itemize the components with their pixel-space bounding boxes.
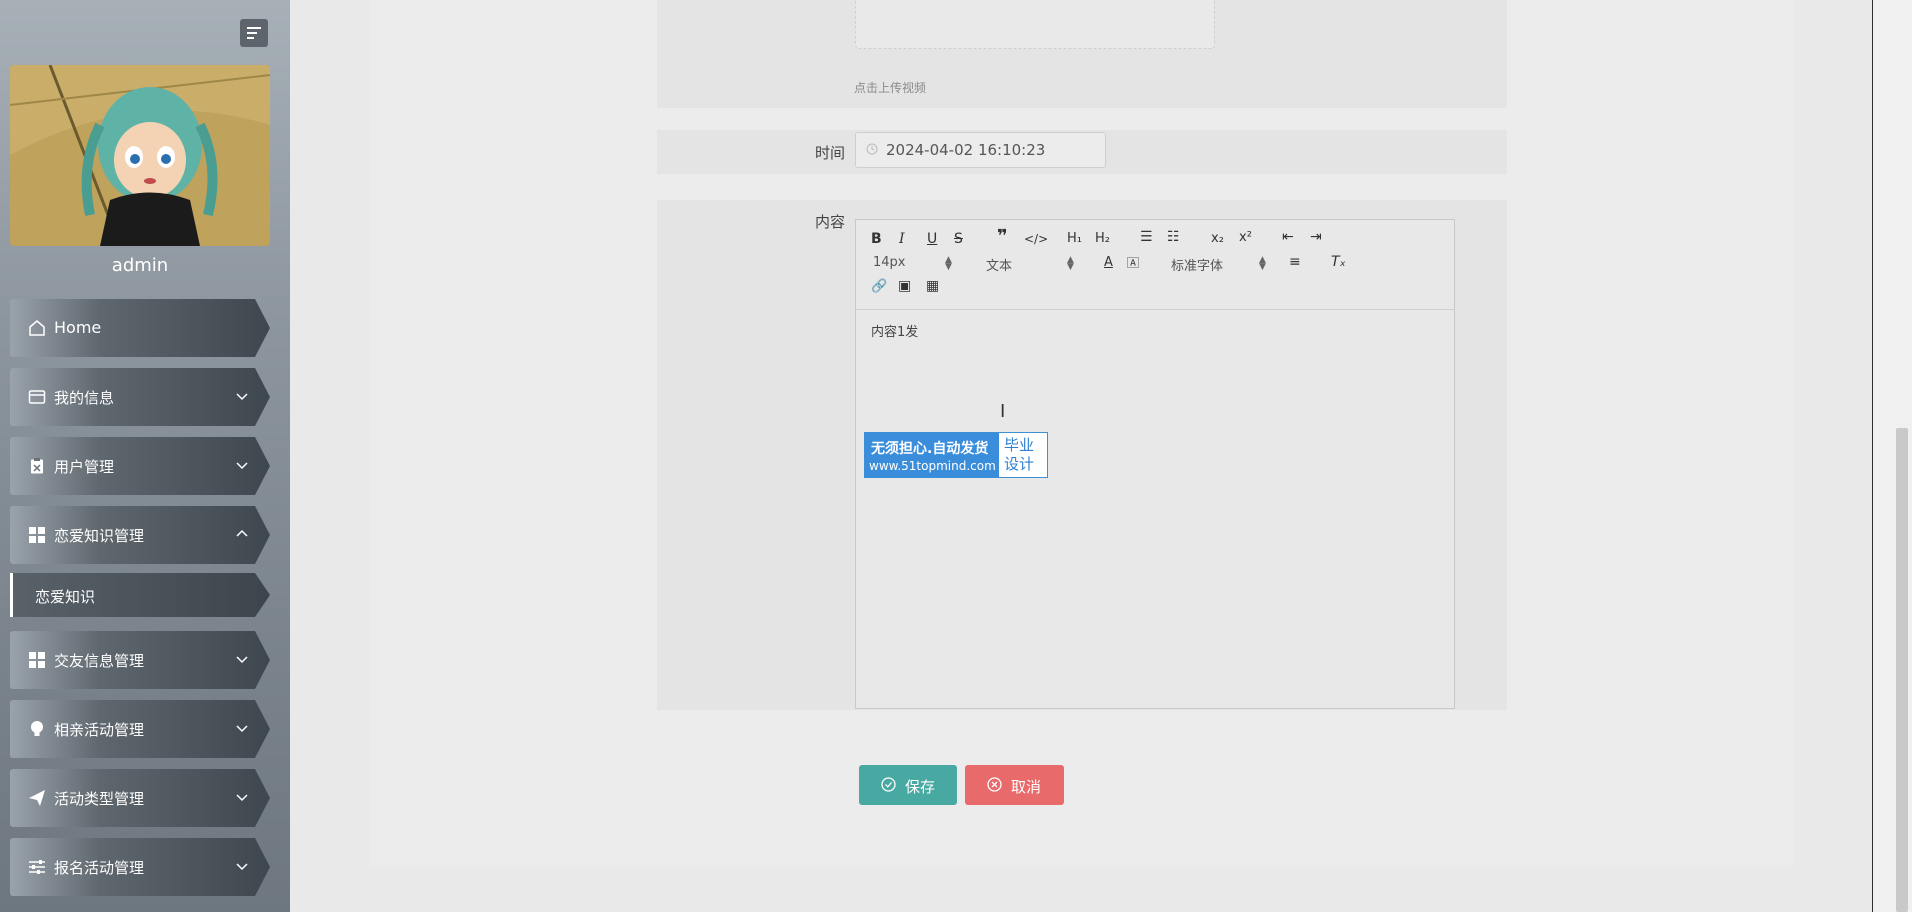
- sidebar-subitem-love-knowledge[interactable]: 恋爱知识: [10, 573, 270, 617]
- font-family-select[interactable]: 标准字体 ▲ ▼: [1171, 255, 1266, 275]
- heading1-button[interactable]: H₁: [1067, 231, 1082, 247]
- font-size-value: 14px: [873, 255, 906, 270]
- content-label: 内容: [814, 213, 845, 231]
- menu-toggle-icon: [247, 27, 261, 39]
- sidebar-item-label: 相亲活动管理: [54, 721, 145, 739]
- close-circle-icon: [987, 777, 1002, 792]
- watermark-right-line1: 毕业: [1004, 436, 1035, 454]
- clear-format-icon[interactable]: Tₓ: [1331, 254, 1346, 270]
- video-icon[interactable]: ▦: [926, 278, 939, 294]
- lightbulb-icon: [31, 721, 43, 736]
- clipboard-icon: [31, 458, 43, 474]
- strikethrough-button[interactable]: S: [954, 231, 963, 247]
- grid-icon: [29, 527, 45, 543]
- subscript-button[interactable]: x₂: [1211, 231, 1224, 247]
- blockquote-icon[interactable]: ❞: [997, 228, 1008, 246]
- sidebar-item-label: 恋爱知识管理: [54, 527, 145, 545]
- sidebar-item-activity-type-management[interactable]: 活动类型管理: [10, 769, 270, 827]
- username: admin: [111, 255, 169, 276]
- ordered-list-icon[interactable]: ☰: [1140, 229, 1153, 245]
- font-size-select[interactable]: 14px ▲ ▼: [873, 255, 953, 272]
- watermark-logo: 无须担心.自动发货 www.51topmind.com 毕业 设计: [864, 432, 1048, 478]
- sidebar-item-label: 活动类型管理: [54, 790, 145, 808]
- watermark-right-panel: 毕业 设计: [1004, 436, 1034, 474]
- check-circle-icon: [881, 777, 896, 792]
- save-button-label: 保存: [905, 778, 936, 796]
- superscript-button[interactable]: x²: [1239, 230, 1252, 246]
- select-arrows-icon: ▲ ▼: [1259, 255, 1266, 272]
- sidebar-item-label: Home: [54, 318, 102, 337]
- time-input-value: 2024-04-02 16:10:23: [886, 141, 1046, 159]
- link-icon[interactable]: 🔗: [871, 279, 887, 295]
- sidebar-item-signup-activity-management[interactable]: 报名活动管理: [10, 838, 270, 896]
- scrollbar-thumb[interactable]: [1896, 428, 1908, 912]
- sidebar-item-blind-date-activity-management[interactable]: 相亲活动管理: [10, 700, 270, 758]
- sidebar-item-love-knowledge-management[interactable]: 恋爱知识管理: [10, 506, 270, 564]
- chevron-down-icon: [236, 725, 248, 733]
- background-color-icon[interactable]: 🄰: [1127, 255, 1139, 271]
- bullet-list-icon[interactable]: ☷: [1167, 229, 1180, 245]
- chevron-down-icon: [236, 863, 248, 871]
- font-color-icon[interactable]: A: [1104, 255, 1113, 271]
- avatar: [10, 65, 270, 246]
- cancel-button[interactable]: 取消: [965, 765, 1064, 805]
- home-icon: [29, 320, 45, 336]
- wallet-icon: [28, 390, 46, 404]
- paragraph-value: 文本: [986, 259, 1013, 274]
- time-label: 时间: [814, 144, 845, 162]
- chevron-down-icon: [236, 794, 248, 802]
- outdent-icon[interactable]: ⇤: [1282, 229, 1294, 245]
- sidebar-item-label: 报名活动管理: [54, 859, 145, 877]
- sidebar-item-label: 交友信息管理: [54, 652, 145, 670]
- chevron-down-icon: [236, 656, 248, 664]
- select-arrows-icon: ▲ ▼: [1067, 255, 1074, 272]
- sidebar-item-user-management[interactable]: 用户管理: [10, 437, 270, 495]
- editor-content[interactable]: 内容1发: [871, 321, 918, 340]
- chevron-down-icon: [236, 462, 248, 470]
- upload-hint: 点击上传视频: [854, 81, 927, 95]
- paragraph-select[interactable]: 文本 ▲ ▼: [986, 255, 1074, 275]
- video-upload-area[interactable]: [855, 0, 1215, 49]
- time-input[interactable]: 2024-04-02 16:10:23: [855, 132, 1106, 168]
- watermark-right-line2: 设计: [1004, 455, 1035, 473]
- text-cursor-icon: I: [1000, 401, 1006, 422]
- sidebar-subitem-label: 恋爱知识: [35, 588, 96, 606]
- grid-icon: [29, 652, 45, 668]
- paper-plane-icon: [29, 790, 45, 806]
- underline-button[interactable]: U: [927, 231, 937, 247]
- sidebar-item-label: 用户管理: [54, 458, 115, 476]
- chevron-down-icon: [236, 393, 248, 401]
- sidebar-item-friend-info-management[interactable]: 交友信息管理: [10, 631, 270, 689]
- sidebar: admin Home 我的信息 用户管理 恋爱知识管理 恋爱知识 交友信息管理 …: [0, 0, 290, 912]
- align-icon[interactable]: ≡: [1289, 254, 1301, 270]
- select-arrows-icon: ▲ ▼: [945, 255, 952, 272]
- chevron-up-icon: [236, 529, 248, 537]
- image-icon[interactable]: ▣: [898, 278, 911, 294]
- indent-icon[interactable]: ⇥: [1310, 229, 1322, 245]
- collapse-sidebar-button[interactable]: [240, 19, 268, 47]
- sliders-icon: [29, 860, 45, 874]
- watermark-line1: 无须担心.自动发货: [871, 441, 989, 457]
- save-button[interactable]: 保存: [859, 765, 957, 805]
- italic-button[interactable]: I: [899, 231, 905, 247]
- bold-button[interactable]: B: [871, 231, 882, 247]
- avatar-image: [10, 65, 270, 246]
- heading2-button[interactable]: H₂: [1095, 231, 1110, 247]
- editor-toolbar: B I U S ❞ </> H₁ H₂ ☰ ☷ x₂ x² ⇤ ⇥ 14px ▲…: [856, 220, 1454, 310]
- clock-icon: [866, 143, 878, 155]
- cancel-button-label: 取消: [1011, 778, 1042, 796]
- font-family-value: 标准字体: [1171, 259, 1224, 274]
- sidebar-item-label: 我的信息: [54, 389, 115, 407]
- sidebar-menu: Home 我的信息 用户管理 恋爱知识管理 恋爱知识 交友信息管理 相亲活动管理…: [10, 299, 270, 907]
- sidebar-item-my-info[interactable]: 我的信息: [10, 368, 270, 426]
- sidebar-item-home[interactable]: Home: [10, 299, 270, 357]
- code-block-icon[interactable]: </>: [1024, 231, 1048, 247]
- watermark-line2: www.51topmind.com: [869, 459, 996, 473]
- watermark-left-panel: 无须担心.自动发货 www.51topmind.com: [865, 433, 999, 477]
